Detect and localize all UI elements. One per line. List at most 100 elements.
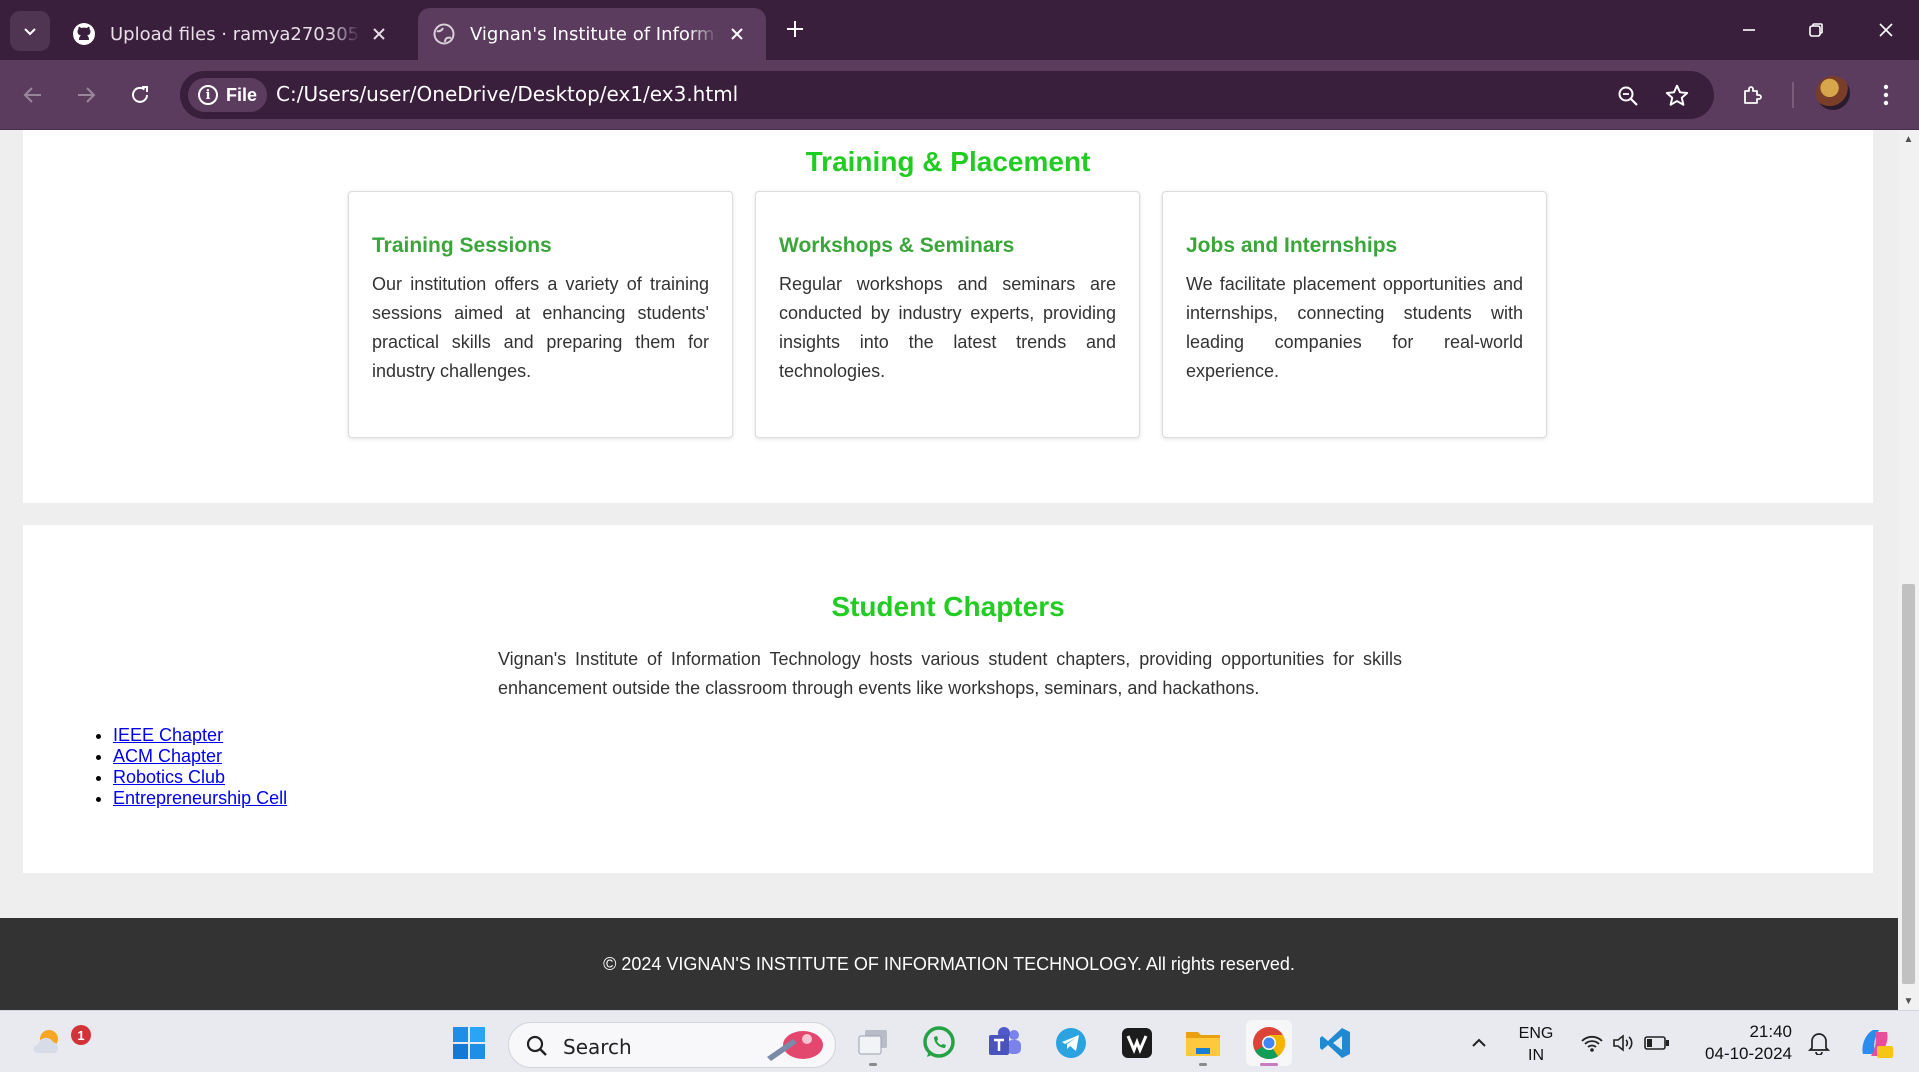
student-chapters-section: Student Chapters Vignan's Institute of I… bbox=[23, 525, 1873, 873]
file-explorer-icon bbox=[1186, 1032, 1220, 1056]
section-heading: Training & Placement bbox=[805, 146, 1091, 177]
browser-menu-button[interactable] bbox=[1864, 73, 1908, 117]
section-heading: Student Chapters bbox=[831, 591, 1065, 622]
github-icon bbox=[72, 22, 96, 46]
reload-button[interactable] bbox=[118, 73, 162, 117]
telegram-icon bbox=[1056, 1028, 1086, 1058]
teams-button[interactable] bbox=[982, 1020, 1028, 1066]
chrome-button[interactable] bbox=[1246, 1020, 1292, 1066]
show-hidden-icons-button[interactable] bbox=[1456, 1020, 1502, 1066]
wifi-icon bbox=[1581, 1035, 1603, 1052]
training-placement-section: Training & Placement Training Sessions O… bbox=[23, 130, 1873, 503]
clock-time: 21:40 bbox=[1749, 1022, 1792, 1041]
close-tab-icon[interactable] bbox=[726, 23, 748, 45]
tab-search-button[interactable] bbox=[10, 11, 50, 51]
address-bar[interactable]: i File C:/Users/user/OneDrive/Desktop/ex… bbox=[180, 71, 1714, 119]
chapter-link-acm[interactable]: ACM Chapter bbox=[113, 746, 222, 766]
browser-tab-bar: Upload files · ramya270305/inst Vignan's… bbox=[0, 0, 1919, 60]
task-view-button[interactable] bbox=[850, 1020, 896, 1066]
minimize-icon bbox=[1743, 29, 1755, 31]
minimize-button[interactable] bbox=[1722, 8, 1776, 52]
restore-button[interactable] bbox=[1789, 8, 1843, 52]
kebab-menu-icon bbox=[1883, 84, 1889, 106]
scheme-label: File bbox=[226, 84, 258, 105]
region-code: IN bbox=[1528, 1047, 1544, 1064]
arrow-left-icon bbox=[23, 87, 41, 103]
teams-icon bbox=[989, 1027, 1021, 1055]
chapter-link-ieee[interactable]: IEEE Chapter bbox=[113, 725, 223, 745]
back-button[interactable] bbox=[11, 73, 55, 117]
quick-settings-button[interactable] bbox=[1570, 1020, 1680, 1066]
restore-icon bbox=[1809, 23, 1823, 37]
new-tab-button[interactable] bbox=[778, 12, 812, 46]
card-title: Workshops & Seminars bbox=[779, 234, 1015, 257]
search-icon bbox=[526, 1035, 547, 1056]
list-item: Robotics Club bbox=[113, 767, 287, 788]
scroll-up-arrow-icon[interactable]: ▲ bbox=[1902, 132, 1915, 146]
reload-icon bbox=[132, 86, 148, 103]
chevron-down-icon bbox=[24, 28, 36, 36]
whatsapp-button[interactable] bbox=[916, 1020, 962, 1066]
training-card: Workshops & Seminars Regular workshops a… bbox=[755, 191, 1140, 438]
scroll-down-arrow-icon[interactable]: ▼ bbox=[1902, 994, 1915, 1008]
chrome-icon bbox=[1253, 1027, 1286, 1060]
notifications-button[interactable] bbox=[1796, 1020, 1842, 1066]
url-text[interactable]: C:/Users/user/OneDrive/Desktop/ex1/ex3.h… bbox=[276, 82, 738, 106]
windows-start-icon bbox=[453, 1027, 485, 1059]
telegram-button[interactable] bbox=[1048, 1020, 1094, 1066]
windows-taskbar: 1 Search ENG IN 21:40 04-10-2024 bbox=[0, 1010, 1919, 1072]
clock[interactable]: 21:40 04-10-2024 bbox=[1696, 1021, 1796, 1065]
zoom-icon[interactable] bbox=[1613, 81, 1643, 111]
running-indicator bbox=[869, 1063, 877, 1066]
training-card: Jobs and Internships We facilitate place… bbox=[1162, 191, 1547, 438]
language-indicator[interactable]: ENG IN bbox=[1508, 1023, 1564, 1067]
capcut-button[interactable] bbox=[1114, 1020, 1160, 1066]
close-window-button[interactable] bbox=[1859, 8, 1913, 52]
toolbar-divider bbox=[1792, 82, 1794, 108]
scrollbar-thumb[interactable] bbox=[1902, 584, 1915, 984]
arrow-right-icon bbox=[78, 87, 96, 103]
list-item: IEEE Chapter bbox=[113, 725, 287, 746]
site-info-chip[interactable]: i File bbox=[188, 78, 268, 112]
clock-date: 04-10-2024 bbox=[1705, 1044, 1792, 1063]
start-button[interactable] bbox=[446, 1020, 492, 1066]
tab-title: Upload files · ramya270305/inst bbox=[110, 23, 360, 45]
training-card: Training Sessions Our institution offers… bbox=[348, 191, 733, 438]
list-item: ACM Chapter bbox=[113, 746, 287, 767]
tab-vignan[interactable]: Vignan's Institute of Informatio bbox=[418, 8, 766, 60]
plus-icon bbox=[787, 21, 803, 37]
volume-icon bbox=[1613, 1034, 1633, 1052]
copyright-text: © 2024 VIGNAN'S INSTITUTE OF INFORMATION… bbox=[603, 953, 1295, 974]
profile-avatar[interactable] bbox=[1816, 76, 1850, 110]
taskbar-search[interactable]: Search bbox=[508, 1022, 836, 1068]
page-scrollbar[interactable]: ▲ ▼ bbox=[1898, 130, 1919, 1010]
bookmark-star-icon[interactable] bbox=[1662, 81, 1692, 111]
list-item: Entrepreneurship Cell bbox=[113, 788, 287, 809]
info-icon: i bbox=[198, 85, 218, 105]
search-highlight-icon bbox=[767, 1031, 823, 1061]
vscode-button[interactable] bbox=[1312, 1020, 1358, 1066]
card-title: Jobs and Internships bbox=[1186, 234, 1398, 257]
page-footer: © 2024 VIGNAN'S INSTITUTE OF INFORMATION… bbox=[0, 918, 1898, 1010]
puzzle-icon bbox=[1744, 86, 1762, 104]
chevron-up-icon bbox=[1472, 1038, 1486, 1047]
extensions-button[interactable] bbox=[1731, 73, 1775, 117]
language-code: ENG bbox=[1518, 1025, 1554, 1042]
close-tab-icon[interactable] bbox=[368, 23, 390, 45]
weather-icon bbox=[33, 1030, 58, 1053]
card-title: Training Sessions bbox=[372, 234, 552, 257]
battery-icon bbox=[1644, 1036, 1669, 1050]
tab-upload-files[interactable]: Upload files · ramya270305/inst bbox=[58, 8, 408, 60]
chapter-link-robotics[interactable]: Robotics Club bbox=[113, 767, 225, 787]
chapter-link-entrepreneurship[interactable]: Entrepreneurship Cell bbox=[113, 788, 287, 808]
browser-toolbar: i File C:/Users/user/OneDrive/Desktop/ex… bbox=[0, 60, 1919, 130]
copilot-button[interactable] bbox=[1852, 1020, 1898, 1066]
running-indicator bbox=[1199, 1063, 1207, 1066]
weather-widget[interactable]: 1 bbox=[24, 1020, 91, 1066]
file-explorer-button[interactable] bbox=[1180, 1020, 1226, 1066]
whatsapp-icon bbox=[923, 1026, 955, 1058]
forward-button[interactable] bbox=[64, 73, 108, 117]
task-view-icon bbox=[858, 1030, 887, 1055]
close-icon bbox=[1879, 23, 1893, 37]
vscode-icon bbox=[1320, 1028, 1350, 1058]
